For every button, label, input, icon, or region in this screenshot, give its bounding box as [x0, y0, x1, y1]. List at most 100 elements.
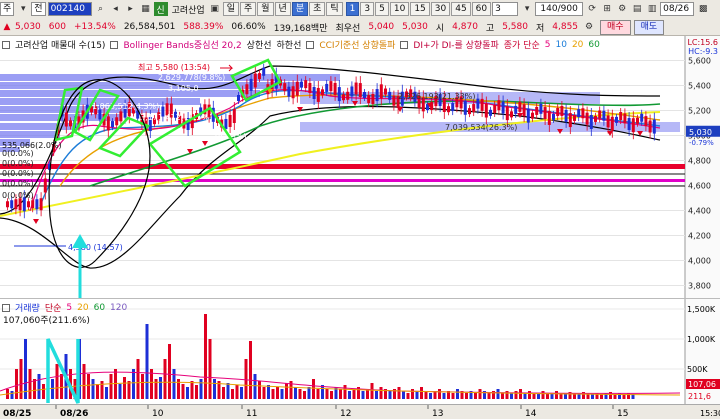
period-button[interactable]: 틱 — [326, 2, 343, 16]
volume-tag-label: 107,06 — [688, 380, 716, 389]
volume-bar — [145, 324, 149, 399]
price-change: 600 — [48, 22, 66, 32]
volume-bar — [510, 393, 513, 399]
candle-body — [375, 89, 379, 102]
interval-select[interactable]: 3 — [492, 2, 519, 16]
dropdown-arrow-icon[interactable]: ▾ — [16, 2, 30, 16]
next-stock-icon[interactable]: ▸ — [124, 2, 138, 16]
volume-bar — [456, 389, 459, 399]
legend-dmi-checkbox[interactable] — [400, 40, 409, 49]
legend-bb-checkbox[interactable] — [110, 40, 119, 49]
volume-bar — [465, 393, 468, 399]
interval-button[interactable]: 5 — [375, 2, 389, 16]
sell-button[interactable]: 매도 — [633, 19, 665, 35]
zoom-icon[interactable]: ⊞ — [600, 2, 614, 16]
profile-label: 3,105,0 — [168, 84, 199, 93]
candle-body — [463, 100, 467, 115]
volume-legend-checkbox[interactable] — [2, 303, 10, 312]
volume-bar — [496, 389, 500, 399]
legend-vol-ma-periods: 5 20 60 120 — [66, 303, 132, 313]
period-button[interactable]: 초 — [309, 2, 326, 16]
profile-label: 0(0.0%) — [2, 191, 34, 200]
layout-icon[interactable]: ▤ — [630, 2, 644, 16]
candle-body — [598, 110, 602, 119]
volume-chart-panel[interactable]: 1,500K 1,000K 500K 107,06 211,6 거래량 단순 5 20 60… — [0, 298, 720, 406]
candle-body — [522, 104, 526, 117]
market-select[interactable]: 주 — [0, 2, 15, 16]
period-button[interactable]: 일 — [222, 2, 239, 16]
legend-cci-checkbox[interactable] — [306, 40, 315, 49]
current-pct-tag-label: -0.79% — [689, 139, 714, 147]
candle-body — [594, 115, 597, 122]
date-field[interactable]: 08/26 — [660, 2, 695, 16]
volume-bar — [352, 389, 356, 399]
interval-button[interactable]: 3 — [360, 2, 375, 16]
search-icon[interactable]: ⌕ — [94, 2, 108, 16]
legend-checkbox[interactable] — [2, 40, 10, 49]
volume-profile-bar — [0, 123, 80, 130]
volume-bar — [267, 385, 270, 399]
calendar-icon[interactable]: ▥ — [645, 2, 659, 16]
candle-body — [392, 95, 396, 106]
candle-body — [535, 106, 539, 115]
buy-button[interactable]: 매수 — [600, 19, 631, 35]
candle-body — [497, 100, 501, 111]
stock-code-input[interactable]: 002140 — [47, 2, 92, 16]
candle-body — [480, 98, 484, 111]
vol-ma-period-label: 20 — [77, 302, 89, 313]
interval-button[interactable]: 15 — [410, 2, 430, 16]
candle-body — [623, 113, 627, 124]
view-select[interactable]: 전 — [31, 2, 46, 16]
time-axis-label: 10 — [152, 409, 164, 419]
volume-bar — [258, 381, 261, 399]
volume-bar — [375, 391, 378, 399]
legend-cci: CCI기준선 상향돌파 — [319, 41, 396, 51]
volume-bar — [537, 394, 540, 399]
price-axis-label: 5,600 — [688, 57, 711, 66]
interval-button[interactable]: 10 — [389, 2, 410, 16]
volume-profile-bar — [0, 131, 60, 138]
candle-body — [354, 82, 358, 95]
interval-button[interactable]: 60 — [471, 2, 492, 16]
candle-body — [510, 111, 513, 118]
volume-bar — [118, 384, 122, 399]
profile-label: 2,629,778(9.8%) — [158, 73, 225, 82]
price-chart-panel[interactable]: 5,6005,4005,2005,0004,8004,6004,4004,200… — [0, 36, 720, 298]
time-axis: 08/25 08/26 10 11 12 13 14 15 15:30 — [0, 404, 720, 419]
calendar-picker-icon[interactable]: ▩ — [696, 2, 710, 16]
turnover-ratio: 06.60% — [231, 22, 266, 32]
volume-bar — [105, 387, 108, 399]
credit-badge-icon: 신 — [153, 2, 168, 16]
period-button[interactable]: 월 — [257, 2, 274, 16]
interval-button[interactable]: 30 — [430, 2, 451, 16]
interval-button[interactable]: 45 — [451, 2, 471, 16]
candle-body — [119, 111, 123, 122]
candle-body — [631, 118, 635, 133]
settings-icon[interactable]: ⚙ — [582, 20, 596, 34]
trade-amount: 139,168백만 — [273, 23, 328, 34]
candle-body — [300, 81, 303, 88]
legend-lower: 하한선 — [276, 41, 302, 51]
refresh-icon[interactable]: ⟳ — [585, 2, 599, 16]
lock-icon[interactable]: ▣ — [208, 2, 222, 16]
candle-body — [316, 87, 320, 102]
dropdown-arrow-icon[interactable]: ▾ — [520, 2, 534, 16]
time-axis-label: 12 — [340, 409, 351, 419]
period-button[interactable]: 분 — [291, 2, 309, 16]
candle-body — [547, 110, 551, 125]
volume-bar — [379, 387, 383, 399]
volume-chart-svg[interactable]: 1,500K 1,000K 500K 107,06 211,6 — [0, 299, 720, 405]
period-button[interactable]: 주 — [239, 2, 257, 16]
volume-bar — [519, 389, 522, 399]
profile-label: 7,039,534(26.3%) — [445, 123, 517, 132]
interval-button[interactable]: 1 — [345, 2, 360, 16]
candle-body — [111, 121, 114, 128]
favorite-icon[interactable]: ▦ — [139, 2, 153, 16]
prev-stock-icon[interactable]: ◂ — [109, 2, 123, 16]
time-axis-label: 11 — [246, 409, 257, 419]
period-button[interactable]: 년 — [274, 2, 291, 16]
data-count-field[interactable]: 140/900 — [535, 2, 584, 16]
volume-bar — [199, 379, 203, 399]
price-chart-svg[interactable]: 5,6005,4005,2005,0004,8004,6004,4004,200… — [0, 36, 720, 298]
settings-icon[interactable]: ⚙ — [615, 2, 629, 16]
